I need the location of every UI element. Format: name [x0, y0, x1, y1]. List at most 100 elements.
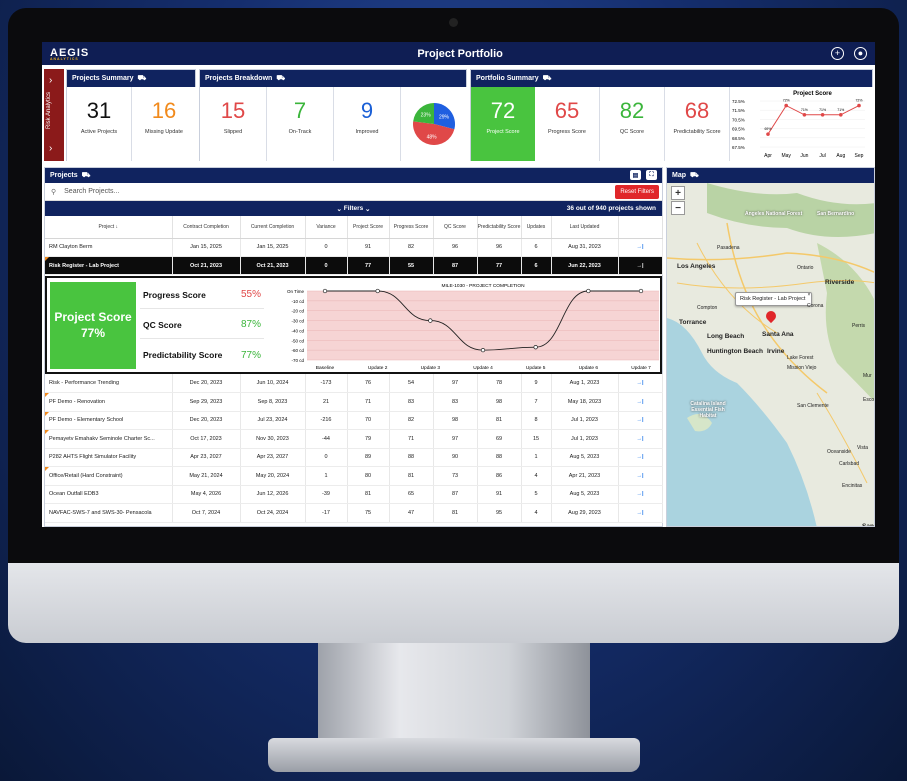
project-name[interactable]: PF Demo - Renovation	[49, 399, 105, 405]
close-icon[interactable]: ×	[808, 292, 811, 298]
search-input[interactable]: Search Projects...	[64, 188, 119, 195]
table-row[interactable]: NAVFAC-SWS-7 and SWS-30- Pensacola Oct 7,…	[45, 503, 663, 523]
add-icon[interactable]: +	[830, 47, 844, 60]
cell-qc: 83	[433, 392, 478, 412]
project-name[interactable]: P282 AHTS Flight Simulator Facility	[49, 454, 136, 460]
map-place-label: Santa Ana	[762, 331, 794, 338]
tile-label: Improved	[355, 129, 379, 135]
project-name[interactable]: Office/Retail (Hard Constraint)	[49, 473, 123, 479]
map-tooltip: Risk Register - Lab Project ×	[735, 292, 813, 306]
table-row[interactable]: Ocean Outfall EDB3 May 4, 2026 Jun 12, 202…	[45, 485, 663, 504]
open-project-icon[interactable]: →|	[618, 429, 663, 449]
portfolio-summary-title: Portfolio Summary	[476, 75, 539, 82]
table-row[interactable]: PF Demo - Renovation Sep 29, 2023 Sep 8, 2…	[45, 392, 663, 412]
cell-updates: 9	[521, 374, 552, 393]
column-header[interactable]: Variance	[305, 216, 348, 239]
column-header[interactable]: Updates	[521, 216, 552, 239]
table-row[interactable]: PF Demo - Elementary School Dec 20, 2023 J…	[45, 411, 663, 430]
column-header[interactable]: Current Completion	[240, 216, 306, 239]
column-header[interactable]: Progress Score	[389, 216, 434, 239]
table-row[interactable]: RM Clayton Berm Jan 15, 2025 Jan 15, 2025 0…	[45, 238, 663, 257]
data-point	[533, 345, 538, 350]
open-project-icon[interactable]: →|	[618, 466, 663, 486]
cell-last: Aug 31, 2023	[551, 238, 619, 257]
qc-score-tile[interactable]: 82 QC Score	[600, 87, 665, 161]
risk-analytics-toggle[interactable]: › Risk Analytics ›	[44, 69, 64, 161]
open-project-icon[interactable]: →|	[618, 256, 663, 275]
map-title: Map	[672, 172, 686, 179]
project-name[interactable]: RM Clayton Berm	[49, 244, 92, 250]
logo[interactable]: AEGIS ANALYTICS	[50, 47, 89, 61]
app-screen: AEGIS ANALYTICS Project Portfolio + ● › R…	[42, 42, 875, 527]
open-project-icon[interactable]: →|	[618, 485, 663, 504]
active-projects-tile[interactable]: 31 Active Projects	[67, 87, 132, 161]
column-header[interactable]: Contract Completion	[172, 216, 241, 239]
missing-update-tile[interactable]: 16 Missing Update	[132, 87, 196, 161]
project-score-trend-tile[interactable]: Project Score 72.5% 71.5% 70.5% 69.5% 68.5% 67…	[730, 87, 873, 161]
cell-qc: 87	[433, 485, 478, 504]
predictability-score-tile[interactable]: 68 Predictability Score	[665, 87, 730, 161]
cell-name: Office/Retail (Hard Constraint)	[45, 466, 173, 486]
portfolio-summary-panel: Portfolio Summary ⛟ 72 Project Score 65 Pro…	[470, 69, 873, 161]
filters-bar[interactable]: ⌄ Filters ⌄ 36 out of 940 projects shown	[45, 201, 662, 216]
y-tick-label: 67.5%	[732, 145, 745, 150]
zoom-out-button[interactable]: −	[671, 201, 685, 215]
table-row[interactable]: Pemayetv Emahakv Seminole Charter Sc... O…	[45, 429, 663, 449]
project-name[interactable]: Pemayetv Emahakv Seminole Charter Sc...	[49, 436, 155, 442]
data-label: 72%	[855, 99, 862, 103]
open-project-icon[interactable]: →|	[618, 392, 663, 412]
project-name[interactable]: NAVFAC-SWS-7 and SWS-30- Pensacola	[49, 510, 152, 516]
column-header[interactable]: Predictability Score	[477, 216, 522, 239]
table-row[interactable]: Risk - Performance Trending Dec 20, 2023 J…	[45, 374, 663, 393]
y-tick-label: -60 cd	[291, 348, 304, 353]
cell-qc: 97	[433, 374, 478, 393]
cell-current: May 20, 2024	[240, 466, 306, 486]
table-row[interactable]: P282 AHTS Flight Simulator Facility Apr 2…	[45, 448, 663, 467]
cell-name: NAVFAC-SWS-7 and SWS-30- Pensacola	[45, 503, 173, 523]
user-icon[interactable]: ●	[853, 47, 867, 60]
tile-label: Predictability Score	[673, 129, 721, 135]
fullscreen-icon[interactable]: ⛶	[646, 170, 657, 180]
open-project-icon[interactable]: →|	[618, 411, 663, 430]
tile-label: Project Score	[486, 129, 520, 135]
tile-value: 82	[619, 98, 645, 123]
project-score-tile[interactable]: 72 Project Score	[471, 87, 535, 161]
zoom-in-button[interactable]: +	[671, 186, 685, 200]
project-name[interactable]: Risk Register - Lab Project	[49, 263, 119, 269]
cell-current: Oct 24, 2024	[240, 503, 306, 523]
open-project-icon[interactable]: →|	[618, 374, 663, 393]
cell-qc: 96	[433, 238, 478, 257]
x-tick-label: Apr	[764, 153, 772, 159]
on-track-tile[interactable]: 7 On-Track	[267, 87, 334, 161]
map-place-label: San Bernardino	[817, 211, 855, 217]
map-place-label: Irvine	[767, 348, 785, 355]
table-row[interactable]: Risk Register - Lab Project Oct 21, 2023 O…	[45, 256, 663, 275]
export-icon[interactable]: ▤	[630, 170, 641, 180]
series-line	[767, 104, 860, 135]
column-header[interactable]	[618, 216, 663, 239]
cell-name: P282 AHTS Flight Simulator Facility	[45, 448, 173, 467]
map-canvas[interactable]: + − Risk Register - Lab Project × Angeles…	[667, 183, 874, 526]
column-header[interactable]: Last Updated	[551, 216, 619, 239]
open-project-icon[interactable]: →|	[618, 503, 663, 523]
open-project-icon[interactable]: →|	[618, 448, 663, 467]
map-place-label: Encinitas	[842, 483, 863, 489]
column-header[interactable]: Project ↓	[45, 216, 173, 239]
x-tick-label: May	[781, 153, 791, 159]
chevron-right-icon[interactable]: ›	[49, 75, 52, 86]
improved-tile[interactable]: 9 Improved	[334, 87, 401, 161]
project-name[interactable]: Ocean Outfall EDB3	[49, 491, 99, 497]
cell-contract: Oct 21, 2023	[172, 256, 241, 275]
project-name[interactable]: Risk - Performance Trending	[49, 380, 119, 386]
project-name[interactable]: PF Demo - Elementary School	[49, 417, 123, 423]
breakdown-pie-tile[interactable]: 29% 48% 23%	[401, 87, 467, 161]
column-header[interactable]: Project Score	[347, 216, 390, 239]
column-header[interactable]: QC Score	[433, 216, 478, 239]
reset-filters-button[interactable]: Reset Filters	[615, 185, 659, 199]
progress-score-tile[interactable]: 65 Progress Score	[535, 87, 600, 161]
open-project-icon[interactable]: →|	[618, 238, 663, 257]
table-row[interactable]: Office/Retail (Hard Constraint) May 21, 2…	[45, 466, 663, 486]
slipped-tile[interactable]: 15 Slipped	[200, 87, 267, 161]
cell-last: Jun 22, 2023	[551, 256, 619, 275]
chevron-right-icon[interactable]: ›	[49, 143, 52, 154]
